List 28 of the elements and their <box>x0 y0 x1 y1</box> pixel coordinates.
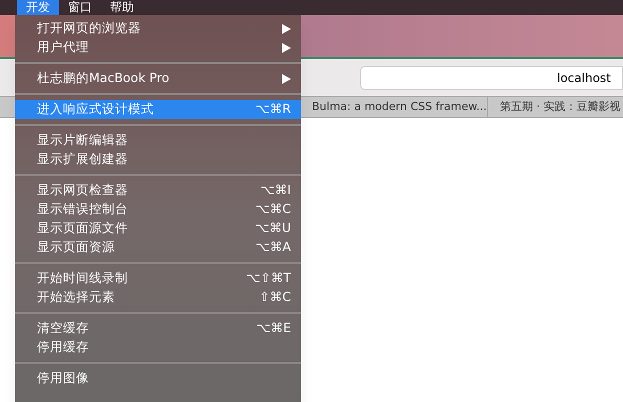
menu-item[interactable]: 显示页面资源 ⌥⌘A <box>15 238 301 257</box>
menu-item[interactable]: 显示片断编辑器 <box>15 131 301 150</box>
menu-item[interactable]: 清空缓存 ⌥⌘E <box>15 319 301 338</box>
menu-item[interactable]: 开始时间线录制 ⌥⇧⌘T <box>15 269 301 288</box>
browser-tab[interactable]: 第五期 · 实践：豆瓣影视 <box>488 97 623 117</box>
keyboard-shortcut: ⌥⌘R <box>255 100 291 118</box>
keyboard-shortcut: ⇧⌘C <box>259 288 291 306</box>
menu-bar-item[interactable]: 窗口 <box>59 0 101 15</box>
menu-item[interactable]: 显示网页检查器 ⌥⌘I <box>15 181 301 200</box>
menu-item[interactable]: 杜志鹏的MacBook Pro <box>15 69 301 88</box>
menu-item[interactable]: 进入响应式设计模式 ⌥⌘R <box>15 100 301 119</box>
keyboard-shortcut: ⌥⌘A <box>256 238 291 256</box>
menu-item[interactable]: 用户代理 <box>15 38 301 57</box>
menu-item[interactable]: 显示扩展创建器 <box>15 150 301 169</box>
menu-item[interactable]: 开始选择元素 ⇧⌘C <box>15 288 301 307</box>
menu-item[interactable]: 显示错误控制台 ⌥⌘C <box>15 200 301 219</box>
menu-item[interactable]: 显示页面源文件 ⌥⌘U <box>15 219 301 238</box>
keyboard-shortcut: ⌥⌘I <box>260 181 291 200</box>
menu-item[interactable]: 停用缓存 <box>15 338 301 357</box>
menu-bar-item[interactable]: 帮助 <box>101 0 143 15</box>
keyboard-shortcut: ⌥⇧⌘T <box>246 269 291 288</box>
keyboard-shortcut: ⌥⌘C <box>255 200 291 218</box>
menu-item[interactable]: 停用图像 <box>15 369 301 388</box>
address-field[interactable]: localhost <box>360 66 623 90</box>
menu-item[interactable]: 打开网页的浏览器 <box>15 19 301 38</box>
keyboard-shortcut: ⌥⌘E <box>256 319 291 338</box>
menu-bar-item[interactable]: 开发 <box>17 0 59 15</box>
keyboard-shortcut: ⌥⌘U <box>254 219 291 238</box>
